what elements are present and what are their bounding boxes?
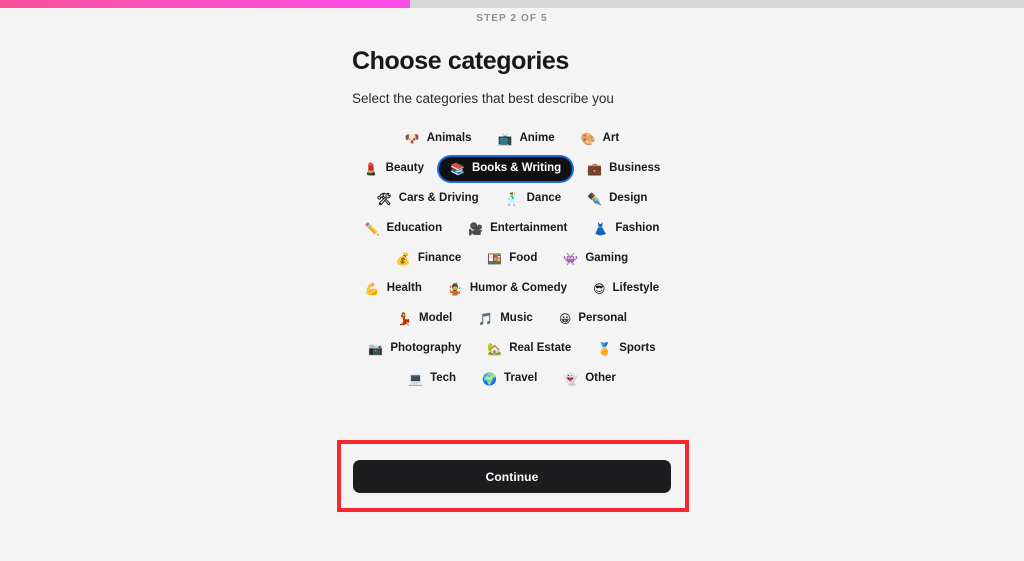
musical-note-icon: 🎵: [478, 312, 494, 327]
category-chip-finance[interactable]: 💰 Finance: [385, 247, 472, 271]
category-chip-business[interactable]: 💼 Business: [576, 157, 671, 181]
category-chip-personal[interactable]: 😀 Personal: [548, 307, 638, 331]
category-chip-beauty[interactable]: 💄 Beauty: [353, 157, 435, 181]
category-chip-label: Education: [386, 222, 443, 235]
artist-palette-icon: 🎨: [580, 132, 596, 147]
category-chip-label: Other: [585, 372, 616, 385]
category-chip-label: Business: [609, 162, 661, 175]
category-chip-label: Anime: [519, 132, 555, 145]
category-chip-label: Real Estate: [509, 342, 572, 355]
camera-icon: 📷: [368, 342, 384, 357]
category-chip-design[interactable]: ✒️ Design: [576, 187, 658, 211]
house-with-garden-icon: 🏡: [487, 342, 503, 357]
category-chip-music[interactable]: 🎵 Music: [467, 307, 544, 331]
category-chip-label: Dance: [526, 192, 562, 205]
continue-button[interactable]: Continue: [353, 460, 671, 493]
flexed-biceps-icon: 💪: [364, 282, 380, 297]
money-bag-icon: 💰: [395, 252, 411, 267]
globe-icon: 🌍: [482, 372, 498, 387]
category-chip-label: Cars & Driving: [398, 192, 479, 205]
category-chip-label: Lifestyle: [612, 282, 660, 295]
page-title: Choose categories: [352, 47, 569, 75]
category-chip-anime[interactable]: 📺 Anime: [487, 127, 566, 151]
onboarding-page: STEP 2 OF 5 Choose categories Select the…: [0, 8, 1024, 561]
books-icon: 📚: [450, 162, 465, 177]
step-indicator: STEP 2 OF 5: [476, 13, 548, 24]
category-chip-photography[interactable]: 📷 Photography: [357, 337, 472, 361]
dancer-icon: 🕺: [504, 192, 520, 207]
category-chip-label: Design: [609, 192, 648, 205]
category-chip-entertainment[interactable]: 🎥 Entertainment: [457, 217, 578, 241]
category-chip-health[interactable]: 💪 Health: [354, 277, 433, 301]
category-chip-label: Food: [509, 252, 538, 265]
category-chip-label: Beauty: [385, 162, 425, 175]
ghost-icon: 👻: [563, 372, 579, 387]
dress-icon: 👗: [593, 222, 609, 237]
category-chip-label: Humor & Comedy: [469, 282, 567, 295]
laptop-icon: 💻: [408, 372, 424, 387]
dog-face-icon: 🐶: [404, 132, 420, 147]
briefcase-icon: 💼: [587, 162, 603, 177]
category-chip-tech[interactable]: 💻 Tech: [397, 367, 467, 391]
steering-wheel-icon: 🛠: [376, 192, 392, 207]
television-icon: 📺: [497, 132, 513, 147]
category-chip-label: Tech: [430, 372, 457, 385]
pen-icon: ✒️: [587, 192, 603, 207]
category-chip-label: Photography: [390, 342, 462, 355]
sports-medal-icon: 🏅: [597, 342, 613, 357]
category-chip-label: Books & Writing: [471, 162, 562, 175]
smiling-face-sunglasses-icon: 😎: [593, 282, 606, 297]
category-chip-label: Animals: [426, 132, 472, 145]
content-column: Choose categories Select the categories …: [352, 47, 682, 391]
category-chip-lifestyle[interactable]: 😎 Lifestyle: [582, 277, 670, 301]
category-chip-label: Model: [419, 312, 453, 325]
category-chip-sports[interactable]: 🏅 Sports: [586, 337, 666, 361]
dancing-woman-icon: 💃: [397, 312, 413, 327]
category-chip-label: Entertainment: [490, 222, 568, 235]
category-chip-humor-comedy[interactable]: 🤹 Humor & Comedy: [437, 277, 578, 301]
category-chip-label: Gaming: [585, 252, 629, 265]
category-chip-label: Music: [500, 312, 533, 325]
category-chip-label: Sports: [619, 342, 656, 355]
category-chip-real-estate[interactable]: 🏡 Real Estate: [476, 337, 582, 361]
category-chip-food[interactable]: 🍱 Food: [476, 247, 548, 271]
category-chip-fashion[interactable]: 👗 Fashion: [582, 217, 670, 241]
category-chip-label: Travel: [504, 372, 538, 385]
category-chip-list: 🐶 Animals 📺 Anime 🎨 Art 💄 Beauty 📚 Books & Writin…: [352, 127, 672, 391]
category-chip-model[interactable]: 💃 Model: [386, 307, 463, 331]
bento-box-icon: 🍱: [487, 252, 503, 267]
alien-monster-icon: 👾: [563, 252, 579, 267]
category-chip-label: Fashion: [615, 222, 660, 235]
category-chip-books-writing[interactable]: 📚 Books & Writing: [439, 157, 573, 182]
category-chip-animals[interactable]: 🐶 Animals: [394, 127, 483, 151]
onboarding-progress-track: [0, 0, 1024, 8]
category-chip-education[interactable]: ✏️ Education: [354, 217, 454, 241]
category-chip-label: Health: [386, 282, 422, 295]
pencil-icon: ✏️: [364, 222, 380, 237]
category-chip-dance[interactable]: 🕺 Dance: [494, 187, 572, 211]
category-chip-gaming[interactable]: 👾 Gaming: [552, 247, 639, 271]
category-chip-label: Art: [602, 132, 620, 145]
category-chip-other[interactable]: 👻 Other: [552, 367, 627, 391]
movie-camera-icon: 🎥: [468, 222, 484, 237]
lipstick-icon: 💄: [363, 162, 379, 177]
category-chip-travel[interactable]: 🌍 Travel: [471, 367, 548, 391]
page-subtitle: Select the categories that best describe…: [352, 90, 614, 106]
category-chip-cars-driving[interactable]: 🛠 Cars & Driving: [366, 187, 490, 211]
category-chip-art[interactable]: 🎨 Art: [570, 127, 631, 151]
grinning-face-icon: 😀: [558, 312, 572, 327]
category-chip-label: Personal: [578, 312, 627, 325]
category-chip-label: Finance: [417, 252, 462, 265]
juggling-person-icon: 🤹: [447, 282, 463, 297]
onboarding-progress-fill: [0, 0, 410, 8]
